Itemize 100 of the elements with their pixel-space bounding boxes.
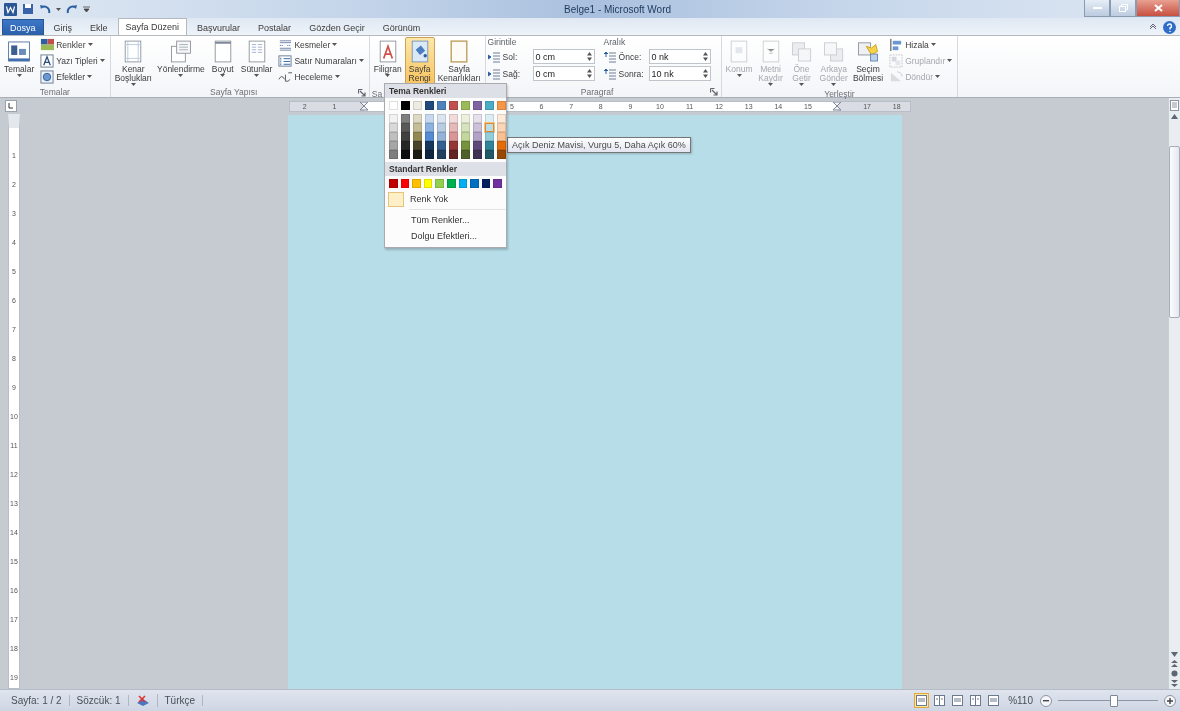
spinner-icon <box>586 69 592 78</box>
ribbon-tab[interactable]: Dosya <box>2 19 44 35</box>
redo-icon[interactable] <box>66 3 78 15</box>
ribbon-tab[interactable]: Postalar <box>250 19 300 35</box>
caret-icon <box>385 74 391 77</box>
spinner-icon <box>702 69 708 78</box>
spin-field[interactable]: 0 nk <box>648 49 711 64</box>
ribbon-button[interactable]: Temalar <box>2 37 37 78</box>
caret-icon <box>736 74 742 77</box>
zoom-in-button[interactable] <box>1164 694 1176 707</box>
caret-icon <box>768 83 774 86</box>
spin-field[interactable]: 10 nk <box>648 66 711 81</box>
menu-item[interactable]: Dolgu Efektleri... <box>385 228 506 244</box>
minimize-icon <box>1092 6 1102 10</box>
view-button[interactable] <box>986 693 1002 708</box>
hyphenation-icon <box>278 69 293 84</box>
ribbon-button[interactable]: Yazı Tipleri <box>37 53 108 68</box>
spacing-icon <box>603 50 616 63</box>
caret-icon <box>930 43 936 46</box>
customize-menu-icon[interactable] <box>83 5 90 13</box>
caret-icon <box>831 83 837 86</box>
indent-marker-icon[interactable] <box>360 101 368 111</box>
caret-icon <box>87 43 93 46</box>
ribbon-button[interactable]: Hizala <box>886 37 956 52</box>
group-label: Yerleştir <box>824 89 855 99</box>
scroll-down-icon[interactable] <box>1171 652 1178 657</box>
caret-icon <box>358 59 364 62</box>
browse-object-icon[interactable] <box>1171 670 1178 677</box>
font-box-icon <box>40 53 55 68</box>
theme-tile-icon <box>6 39 33 64</box>
proofing-book-icon[interactable] <box>135 694 150 707</box>
scroll-up-icon[interactable] <box>1171 114 1178 119</box>
ribbon-button[interactable]: Yönlendirme <box>155 37 207 78</box>
zoom-level[interactable]: %110 <box>1008 695 1033 706</box>
ribbon-button[interactable]: Heceleme <box>275 69 367 84</box>
view-button[interactable] <box>932 693 948 708</box>
save-icon[interactable] <box>22 3 34 15</box>
spinner-icon <box>702 52 708 61</box>
zoom-slider-thumb[interactable] <box>1110 694 1118 707</box>
restore-button[interactable] <box>1110 0 1136 17</box>
section-title: Aralık <box>603 37 627 47</box>
status-text[interactable]: Sözcük: 1 <box>69 695 129 706</box>
ribbon-tab[interactable]: Ekle <box>82 19 116 35</box>
ribbon-button[interactable]: Boyut <box>207 37 238 78</box>
indent-marker-icon[interactable] <box>833 101 842 111</box>
menu-item[interactable]: Renk Yok <box>385 191 506 207</box>
no-color-swatch <box>388 191 404 207</box>
color-swatch[interactable] <box>485 123 494 132</box>
tab-selector-icon[interactable] <box>5 100 17 112</box>
ribbon-button[interactable]: Sütunlar <box>238 37 275 78</box>
next-page-icon[interactable] <box>1171 680 1178 687</box>
ribbon-tab[interactable]: Sayfa Düzeni <box>117 18 188 35</box>
minus-icon <box>1043 699 1049 702</box>
ribbon-button[interactable]: Kenar Boşlukları <box>112 37 154 87</box>
close-button[interactable] <box>1136 0 1180 17</box>
indent-icon <box>487 50 500 63</box>
effects-icon <box>40 69 55 84</box>
ribbon-tab[interactable]: Görünüm <box>374 19 429 35</box>
ribbon-button[interactable]: Renkler <box>37 37 108 52</box>
color-squares-icon <box>40 37 55 52</box>
ribbon-tab[interactable]: Gözden Geçir <box>301 19 373 35</box>
zoom-out-button[interactable] <box>1040 694 1052 707</box>
section-title: Girintile <box>487 37 518 47</box>
dialog-launcher-icon[interactable] <box>357 89 366 97</box>
ribbon-button[interactable]: Satır Numaraları <box>275 53 367 68</box>
ribbon-button[interactable]: Filigran <box>371 37 404 78</box>
dialog-launcher-icon[interactable] <box>709 88 718 96</box>
window-title: Belge1 - Microsoft Word <box>564 3 673 15</box>
ribbon-button[interactable]: Seçim Bölmesi <box>850 37 886 89</box>
minimize-button[interactable] <box>1084 0 1110 17</box>
undo-icon[interactable] <box>39 3 51 15</box>
field-label: Sağ: <box>502 68 522 79</box>
indent-icon <box>487 67 500 80</box>
word-logo-icon[interactable] <box>4 2 17 16</box>
ribbon-tab[interactable]: Giriş <box>45 19 80 35</box>
previous-page-icon[interactable] <box>1171 660 1178 667</box>
ribbon-tab[interactable]: Başvurular <box>189 19 249 35</box>
field-label: Önce: <box>618 51 643 62</box>
caret-icon <box>220 74 226 77</box>
status-text[interactable]: Türkçe <box>157 695 204 706</box>
view-button[interactable] <box>950 693 966 708</box>
rotate-icon <box>889 69 904 84</box>
view-button[interactable] <box>914 693 930 708</box>
spin-field[interactable]: 0 cm <box>532 66 595 81</box>
status-text[interactable]: Sayfa: 1 / 2 <box>4 695 70 706</box>
help-icon[interactable] <box>1163 20 1176 34</box>
field-label: Sol: <box>502 51 519 62</box>
collapse-ribbon-icon[interactable] <box>1149 24 1157 30</box>
ribbon-button[interactable]: Kesmeler <box>275 37 367 52</box>
menu-item[interactable]: Tüm Renkler... <box>385 212 506 228</box>
view-button[interactable] <box>968 693 984 708</box>
selection-pane-icon <box>855 39 881 64</box>
view-icon <box>916 695 928 706</box>
caret-icon <box>947 59 953 62</box>
ruler-toggle-icon[interactable] <box>1170 100 1179 111</box>
scroll-thumb[interactable] <box>1169 146 1180 318</box>
group-icon <box>889 53 904 68</box>
spin-field[interactable]: 0 cm <box>532 49 595 64</box>
ribbon-button[interactable]: Efektler <box>37 69 108 84</box>
restore-icon <box>1118 4 1128 12</box>
